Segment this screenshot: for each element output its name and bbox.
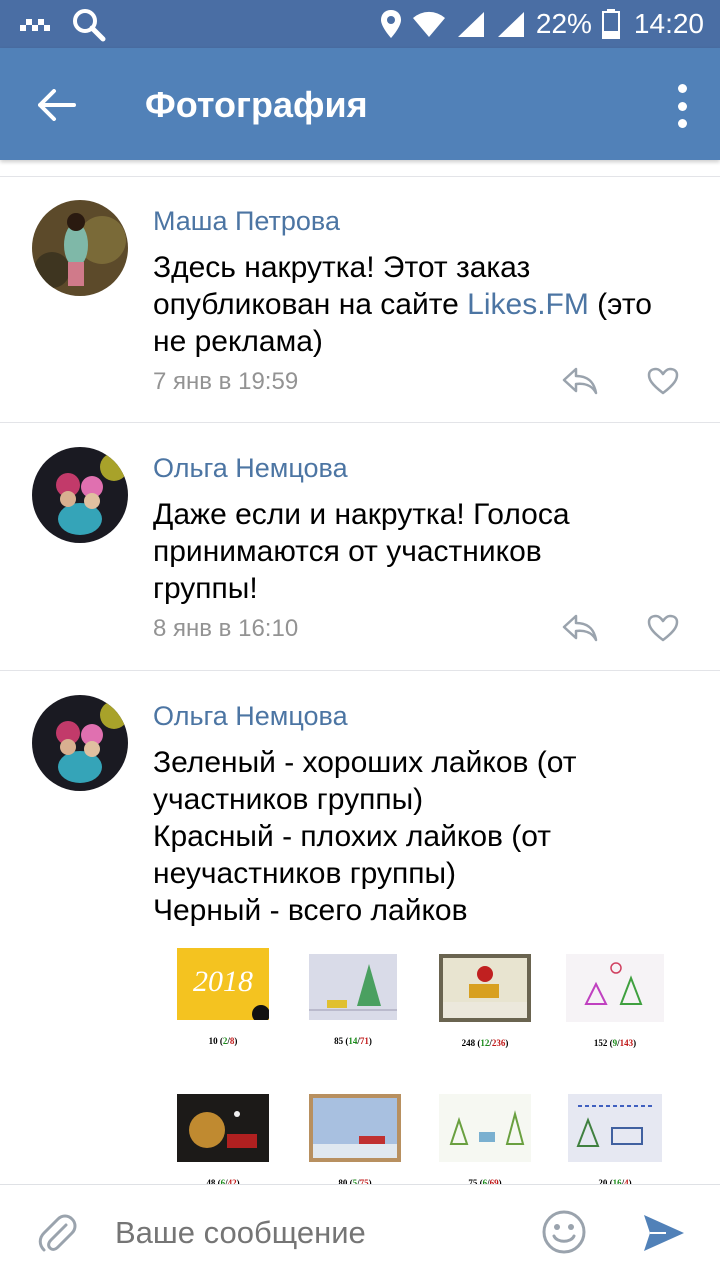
thumb-caption: 10 (2/8) [208,1036,238,1046]
thumb-caption: 248 (12/236) [461,1038,509,1048]
avatar[interactable] [32,695,128,791]
heart-icon[interactable] [647,614,679,642]
thumb-image [439,1094,531,1162]
attached-photo[interactable]: 2018 10 (2/8) 85 (14/71) 248 (12/236) 15… [150,940,695,1184]
toolbar: Фотография [0,48,720,160]
comment-text: Даже если и накрутка! Голоса принимаются… [153,498,570,605]
thumb-label: 2018 [193,965,253,998]
comment-author[interactable]: Маша Петрова [153,206,340,237]
page-title: Фотография [145,84,368,125]
paperclip-icon[interactable] [36,1211,80,1255]
thumb-image [439,954,531,1022]
comment-text: Зеленый - хороших лайков (от участников … [153,744,633,929]
comment-item: Ольга Немцова Даже если и накрутка! Голо… [0,423,720,671]
status-left-icons [18,8,106,42]
avatar[interactable] [32,200,128,296]
avatar[interactable] [32,447,128,543]
wifi-icon [412,11,445,38]
thumb-image [177,1094,269,1162]
reply-icon[interactable] [562,367,598,395]
dot-icon [677,84,687,93]
comment-item: Маша Петрова Здесь накрутка! Этот заказ … [0,176,720,423]
status-bar: 22% 14:20 [0,0,720,48]
battery-icon [601,9,620,39]
thumb-caption: 152 (9/143) [593,1038,637,1048]
signal-icon [457,12,484,37]
emoji-icon[interactable] [541,1209,587,1255]
clock: 14:20 [633,8,704,39]
thumb-image [566,954,664,1022]
reply-icon[interactable] [562,614,598,642]
thumb-image [309,1094,401,1162]
dot-icon [677,119,687,128]
arrow-back-icon [38,89,76,121]
comment-link[interactable]: Likes.FM [467,288,589,321]
comment-date: 7 янв в 19:59 [153,368,299,395]
thumb-image: 2018 [177,948,269,1020]
comment-author[interactable]: Ольга Немцова [153,701,348,732]
heart-icon[interactable] [647,367,679,395]
dot-icon [677,101,687,111]
comment-line: Зеленый - хороших лайков (от участников … [153,746,577,816]
comment-line: Красный - плохих лайков (от неучастников… [153,820,552,890]
battery-percent: 22% [535,8,592,39]
send-icon[interactable] [642,1211,686,1255]
message-input-bar [0,1184,720,1280]
comment-text: Здесь накрутка! Этот заказ опубликован н… [153,249,693,360]
comment-line: Черный - всего лайков [153,894,468,927]
comment-date: 8 янв в 16:10 [153,615,299,642]
search-icon [73,9,106,42]
location-icon [380,10,401,38]
comment-author[interactable]: Ольга Немцова [153,453,348,484]
thumb-image [568,1094,662,1162]
more-options-button[interactable] [672,84,692,128]
status-right-icons: 22% 14:20 [380,0,704,48]
thumb-image [309,954,397,1020]
back-button[interactable] [30,78,84,132]
taxi-icon [20,19,50,31]
thumb-caption: 85 (14/71) [334,1036,372,1046]
message-input[interactable] [115,1215,515,1251]
signal-icon-2 [497,12,524,37]
